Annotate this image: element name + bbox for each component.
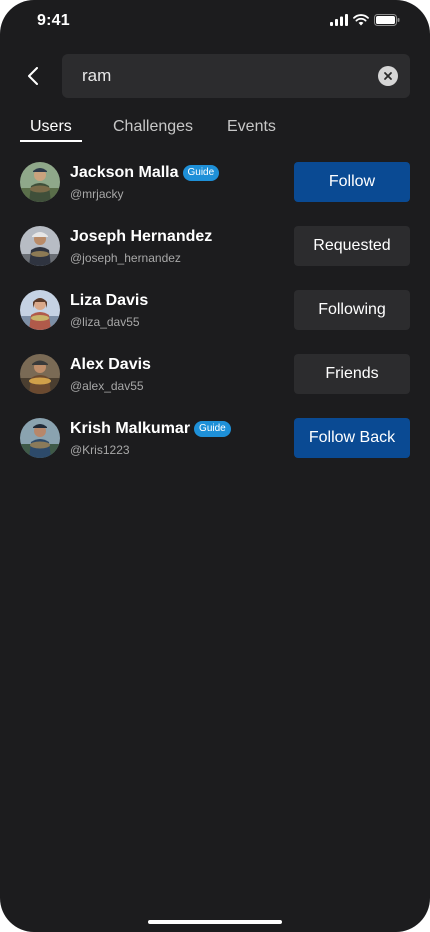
avatar[interactable] bbox=[20, 162, 60, 202]
search-input[interactable] bbox=[82, 54, 362, 98]
user-name[interactable]: Alex Davis bbox=[70, 356, 151, 374]
user-name-line: Jackson Malla Guide bbox=[70, 164, 220, 182]
guide-badge: Guide bbox=[194, 421, 231, 437]
avatar[interactable] bbox=[20, 290, 60, 330]
user-name-line: Joseph Hernandez bbox=[70, 228, 212, 246]
list-item[interactable]: Joseph Hernandez @joseph_hernandez Reque… bbox=[20, 226, 410, 266]
user-handle: @liza_dav55 bbox=[70, 315, 140, 329]
tab-users[interactable]: Users bbox=[30, 118, 72, 136]
clear-x-icon bbox=[384, 72, 392, 80]
chevron-left-icon bbox=[28, 67, 38, 85]
follow-button[interactable]: Follow bbox=[294, 162, 410, 202]
tab-challenges[interactable]: Challenges bbox=[113, 118, 193, 136]
avatar[interactable] bbox=[20, 418, 60, 458]
requested-button[interactable]: Requested bbox=[294, 226, 410, 266]
user-name[interactable]: Krish Malkumar bbox=[70, 420, 190, 438]
status-icons bbox=[330, 14, 400, 26]
home-indicator[interactable] bbox=[148, 920, 282, 924]
user-name-line: Alex Davis bbox=[70, 356, 151, 374]
list-item[interactable]: Krish Malkumar Guide @Kris1223 Follow Ba… bbox=[20, 418, 410, 458]
clear-search-button[interactable] bbox=[378, 66, 398, 86]
following-button[interactable]: Following bbox=[294, 290, 410, 330]
friends-button[interactable]: Friends bbox=[294, 354, 410, 394]
status-time: 9:41 bbox=[37, 12, 70, 29]
user-name-line: Liza Davis bbox=[70, 292, 148, 310]
tab-events[interactable]: Events bbox=[227, 118, 276, 136]
user-name[interactable]: Jackson Malla bbox=[70, 164, 179, 182]
phone-screen: 9:41 ram Users Challenges Events Jackson… bbox=[0, 0, 430, 932]
user-handle: @Kris1223 bbox=[70, 443, 130, 457]
list-item[interactable]: Jackson Malla Guide @mrjacky Follow bbox=[20, 162, 410, 202]
wifi-icon bbox=[353, 14, 369, 26]
list-item[interactable]: Liza Davis @liza_dav55 Following bbox=[20, 290, 410, 330]
guide-badge: Guide bbox=[182, 165, 220, 181]
user-name[interactable]: Liza Davis bbox=[70, 292, 148, 310]
signal-icon bbox=[330, 14, 348, 26]
user-name[interactable]: Joseph Hernandez bbox=[70, 228, 212, 246]
back-button[interactable] bbox=[20, 62, 46, 90]
follow-back-button[interactable]: Follow Back bbox=[294, 418, 410, 458]
user-name-line: Krish Malkumar Guide bbox=[70, 420, 231, 438]
user-handle: @alex_dav55 bbox=[70, 379, 144, 393]
battery-icon bbox=[374, 14, 400, 26]
avatar[interactable] bbox=[20, 354, 60, 394]
status-bar: 9:41 bbox=[0, 0, 430, 44]
search-box bbox=[62, 54, 410, 98]
user-handle: @mrjacky bbox=[70, 187, 124, 201]
list-item[interactable]: Alex Davis @alex_dav55 Friends bbox=[20, 354, 410, 394]
active-tab-underline bbox=[20, 140, 82, 142]
user-handle: @joseph_hernandez bbox=[70, 251, 181, 265]
avatar[interactable] bbox=[20, 226, 60, 266]
